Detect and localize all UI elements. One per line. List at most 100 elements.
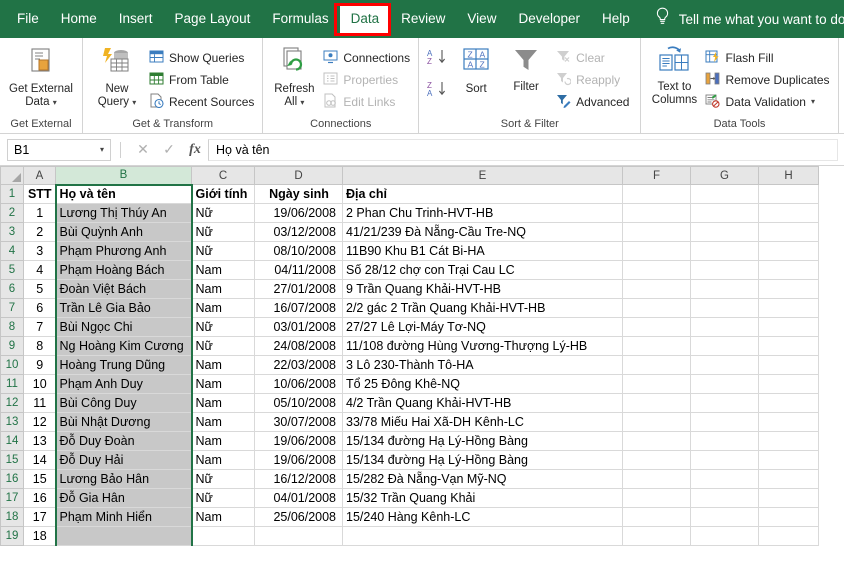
cell-empty[interactable]: [622, 260, 691, 280]
cell-d1[interactable]: Ngày sinh: [254, 184, 343, 204]
cell-stt[interactable]: 18: [23, 526, 56, 546]
show-queries-button[interactable]: Show Queries: [146, 47, 257, 69]
cell-name[interactable]: Lương Bảo Hân: [54, 469, 193, 489]
row-header[interactable]: 12: [0, 393, 24, 413]
cell-address[interactable]: 9 Trần Quang Khải-HVT-HB: [342, 279, 623, 299]
row-header[interactable]: 3: [0, 222, 24, 242]
row-header[interactable]: 13: [0, 412, 24, 432]
cell-gender[interactable]: Nam: [191, 412, 255, 432]
cell-dob[interactable]: 05/10/2008: [254, 393, 343, 413]
cell-name[interactable]: Phạm Minh Hiển: [54, 507, 193, 527]
cell-empty[interactable]: [758, 488, 819, 508]
cell-empty[interactable]: [758, 431, 819, 451]
cell-g1[interactable]: [690, 184, 759, 204]
cell-empty[interactable]: [758, 260, 819, 280]
cell-name[interactable]: Đỗ Duy Hải: [54, 450, 193, 470]
cell-empty[interactable]: [622, 374, 691, 394]
cell-a1[interactable]: STT: [23, 184, 56, 204]
cell-stt[interactable]: 1: [23, 203, 56, 223]
check-icon[interactable]: ✓: [156, 139, 182, 161]
cell-stt[interactable]: 9: [23, 355, 56, 375]
cell-stt[interactable]: 6: [23, 298, 56, 318]
cell-gender[interactable]: [191, 526, 255, 546]
table-row[interactable]: 2 1 Lương Thị Thúy An Nữ 19/06/2008 2 Phan Ch…: [0, 203, 819, 223]
cell-name[interactable]: Lương Thị Thúy An: [54, 203, 193, 223]
sort-ascending-button[interactable]: AZ: [427, 48, 449, 70]
cell-empty[interactable]: [690, 260, 759, 280]
table-row[interactable]: 8 7 Bùi Ngọc Chi Nữ 03/01/2008 27/27 Lê Lợi-M…: [0, 317, 819, 337]
table-row[interactable]: 16 15 Lương Bảo Hân Nữ 16/12/2008 15/282 Đà N…: [0, 469, 819, 489]
data-validation-button[interactable]: Data Validation ▾: [702, 91, 832, 113]
cell-address[interactable]: [342, 526, 623, 546]
cell-empty[interactable]: [758, 450, 819, 470]
cell-empty[interactable]: [622, 241, 691, 261]
cell-stt[interactable]: 15: [23, 469, 56, 489]
recent-sources-button[interactable]: Recent Sources: [146, 91, 257, 113]
column-header-g[interactable]: G: [690, 166, 759, 185]
cell-stt[interactable]: 4: [23, 260, 56, 280]
cell-gender[interactable]: Nam: [191, 431, 255, 451]
cell-empty[interactable]: [690, 279, 759, 299]
tab-help[interactable]: Help: [591, 4, 641, 34]
table-row[interactable]: 19 18: [0, 526, 819, 546]
cell-dob[interactable]: [254, 526, 343, 546]
cell-empty[interactable]: [758, 203, 819, 223]
row-header[interactable]: 16: [0, 469, 24, 489]
column-header-h[interactable]: H: [758, 166, 819, 185]
cell-gender[interactable]: Nam: [191, 393, 255, 413]
row-header[interactable]: 8: [0, 317, 24, 337]
cell-dob[interactable]: 10/06/2008: [254, 374, 343, 394]
cell-empty[interactable]: [690, 450, 759, 470]
row-header[interactable]: 18: [0, 507, 24, 527]
cell-gender[interactable]: Nữ: [191, 203, 255, 223]
cell-dob[interactable]: 19/06/2008: [254, 431, 343, 451]
row-header[interactable]: 2: [0, 203, 24, 223]
cell-gender[interactable]: Nữ: [191, 222, 255, 242]
row-header[interactable]: 7: [0, 298, 24, 318]
cell-empty[interactable]: [690, 298, 759, 318]
get-external-data-button[interactable]: Get External Data ▾: [5, 42, 77, 109]
cell-e1[interactable]: Địa chỉ: [342, 184, 623, 204]
formula-input[interactable]: Họ và tên: [208, 138, 838, 161]
cell-stt[interactable]: 8: [23, 336, 56, 356]
text-to-columns-button[interactable]: Text to Columns: [646, 42, 702, 107]
chevron-down-icon[interactable]: ▾: [53, 98, 57, 107]
cell-empty[interactable]: [622, 431, 691, 451]
cell-gender[interactable]: Nữ: [191, 488, 255, 508]
column-header-b[interactable]: B: [55, 166, 192, 186]
cell-address[interactable]: 15/240 Hàng Kênh-LC: [342, 507, 623, 527]
column-header-a[interactable]: A: [23, 166, 56, 185]
cell-name[interactable]: Đỗ Gia Hân: [54, 488, 193, 508]
cell-gender[interactable]: Nam: [191, 450, 255, 470]
table-row[interactable]: 17 16 Đỗ Gia Hân Nữ 04/01/2008 15/32 Trần Qua…: [0, 488, 819, 508]
table-row[interactable]: 6 5 Đoàn Việt Bách Nam 27/01/2008 9 Trần Quan…: [0, 279, 819, 299]
tab-formulas[interactable]: Formulas: [261, 4, 339, 34]
cell-gender[interactable]: Nam: [191, 355, 255, 375]
advanced-button[interactable]: Advanced: [553, 91, 632, 113]
cell-name[interactable]: Bùi Quỳnh Anh: [54, 222, 193, 242]
tab-home[interactable]: Home: [50, 4, 108, 34]
cell-empty[interactable]: [622, 526, 691, 546]
column-header-e[interactable]: E: [342, 166, 623, 185]
cell-name[interactable]: [54, 526, 193, 546]
cell-empty[interactable]: [690, 241, 759, 261]
cell-name[interactable]: Đoàn Việt Bách: [54, 279, 193, 299]
sort-descending-button[interactable]: ZA: [427, 80, 449, 102]
cell-empty[interactable]: [690, 526, 759, 546]
tab-developer[interactable]: Developer: [507, 4, 591, 34]
cell-empty[interactable]: [690, 222, 759, 242]
row-header[interactable]: 5: [0, 260, 24, 280]
cell-empty[interactable]: [622, 488, 691, 508]
tab-page-layout[interactable]: Page Layout: [164, 4, 262, 34]
cell-h1[interactable]: [758, 184, 819, 204]
cell-empty[interactable]: [758, 412, 819, 432]
tab-view[interactable]: View: [456, 4, 507, 34]
cell-dob[interactable]: 25/06/2008: [254, 507, 343, 527]
table-row[interactable]: 18 17 Phạm Minh Hiển Nam 25/06/2008 15/240 Hà…: [0, 507, 819, 527]
cell-name[interactable]: Bùi Nhật Dương: [54, 412, 193, 432]
select-all-corner[interactable]: [0, 166, 24, 185]
cell-dob[interactable]: 04/01/2008: [254, 488, 343, 508]
tab-data[interactable]: Data: [339, 4, 391, 34]
cell-address[interactable]: 2 Phan Chu Trinh-HVT-HB: [342, 203, 623, 223]
close-icon[interactable]: ✕: [130, 139, 156, 161]
